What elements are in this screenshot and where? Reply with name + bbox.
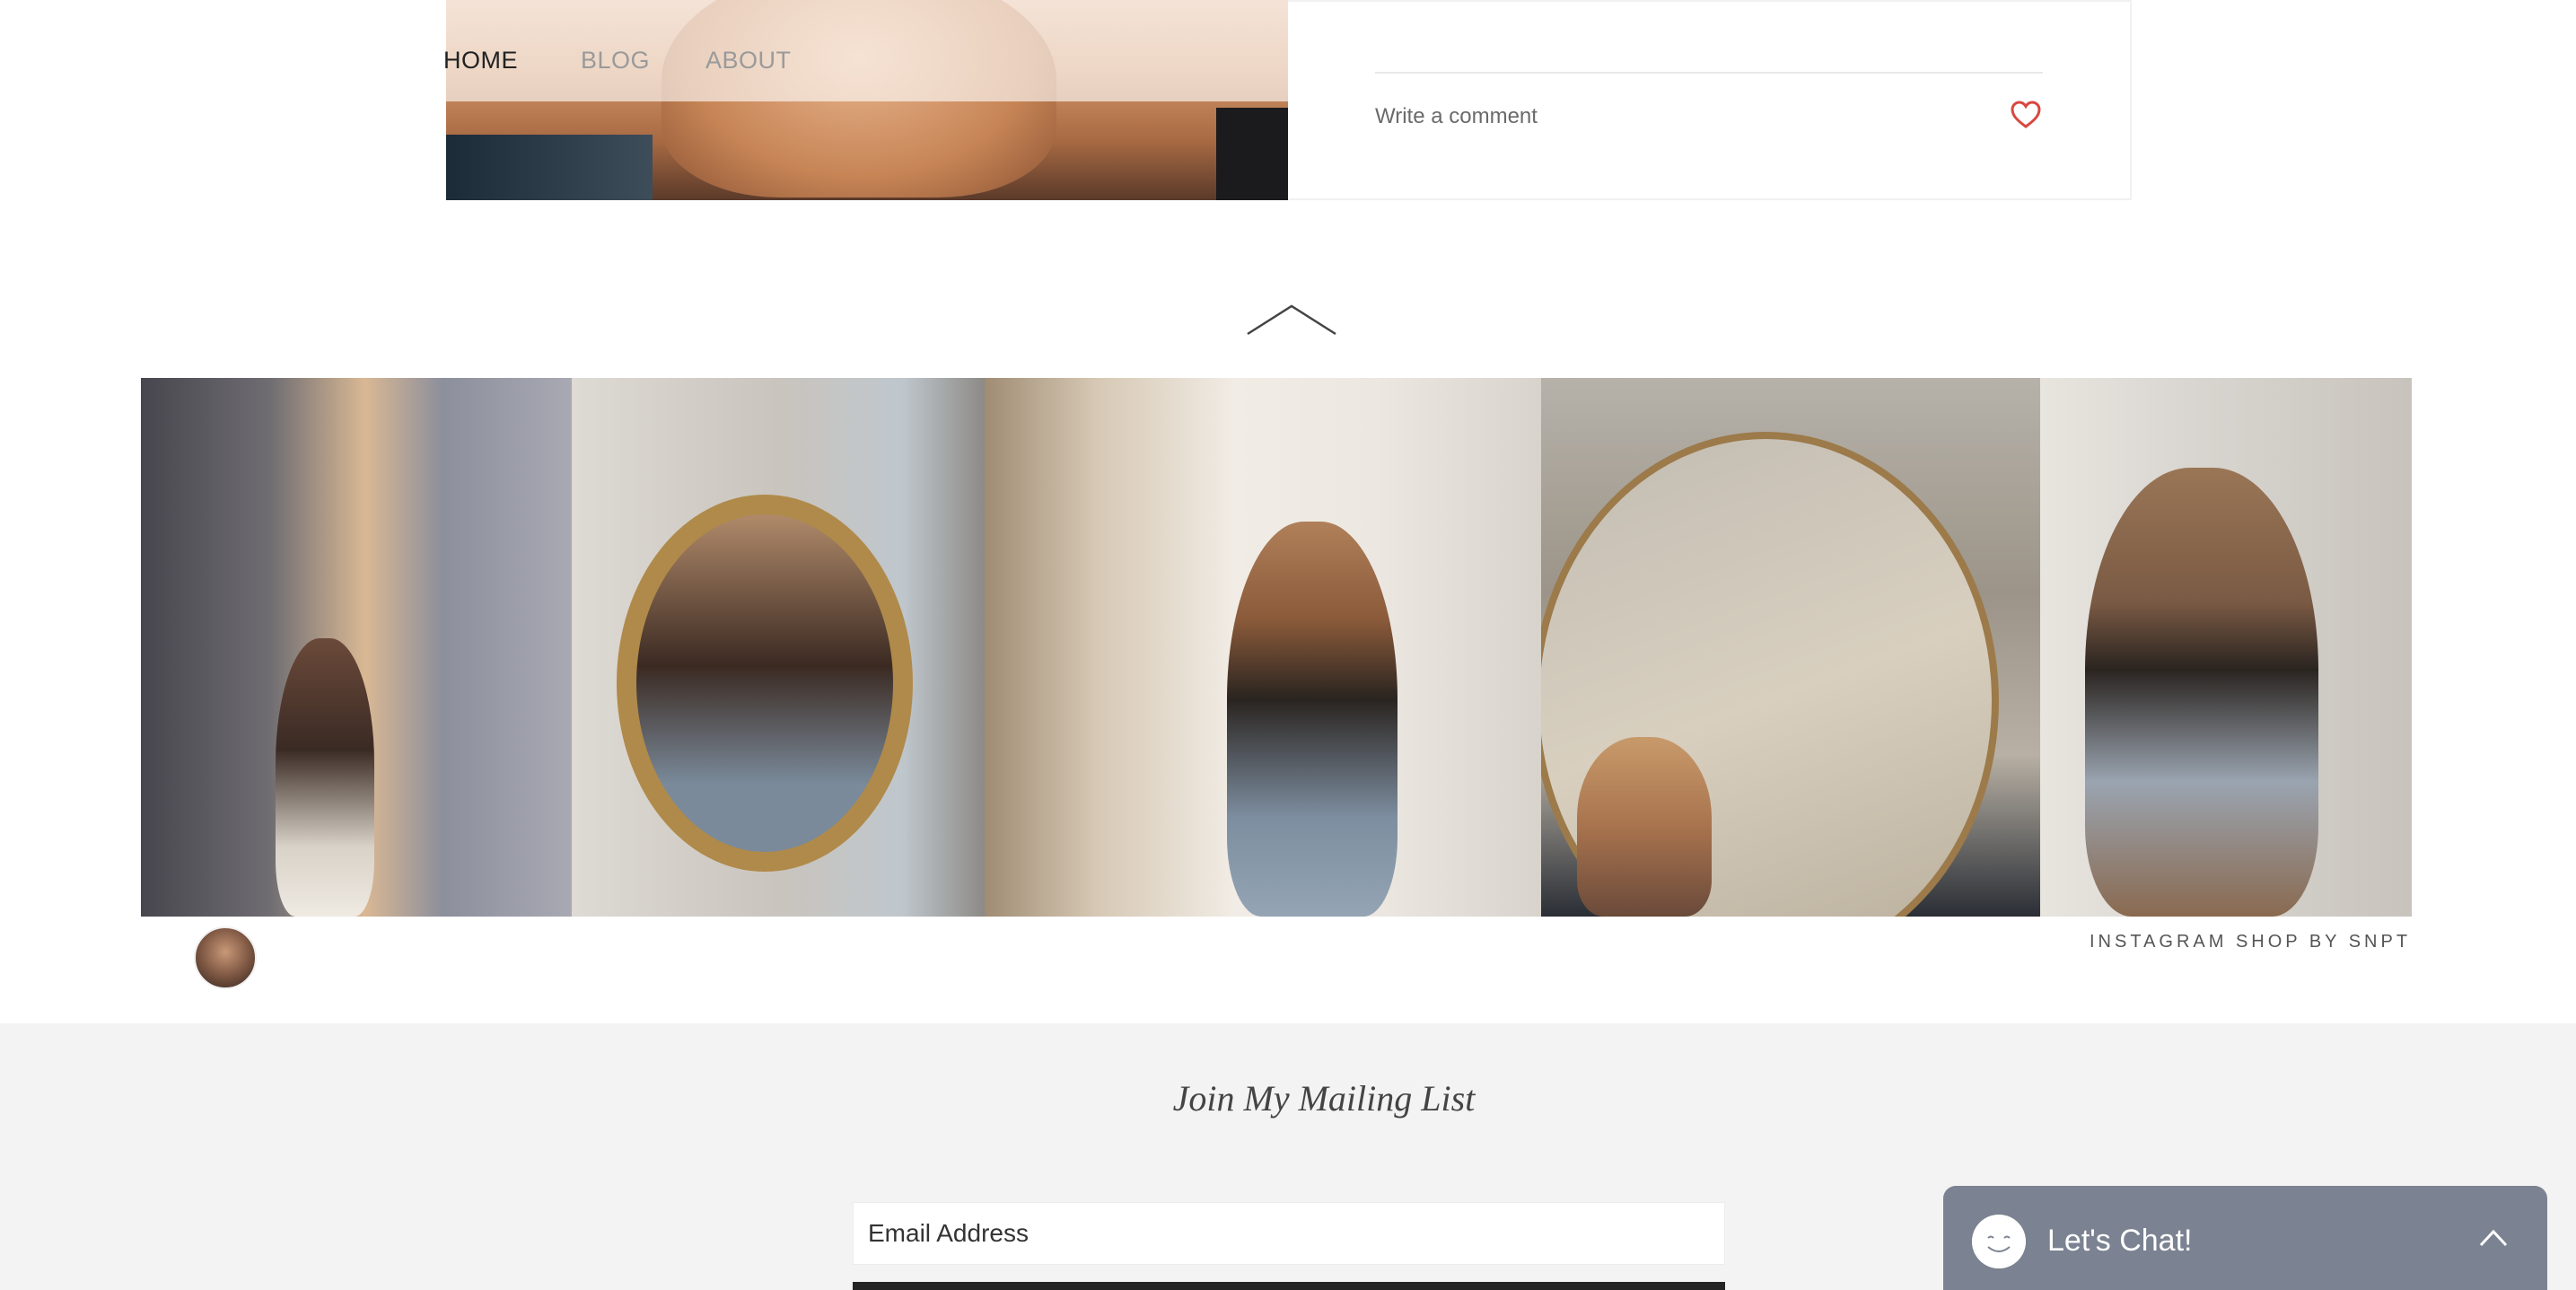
instagram-photo-gold-mirror[interactable]	[572, 378, 985, 917]
chat-label: Let's Chat!	[2047, 1224, 2193, 1258]
nav-item-home[interactable]: HOME	[443, 47, 518, 75]
page: Write a comment HOME BLOG ABOUT INSTAGRA…	[0, 0, 2576, 1290]
instagram-photo-window[interactable]	[985, 378, 1541, 917]
email-field[interactable]	[853, 1202, 1725, 1265]
post-image-shadow	[1216, 108, 1288, 200]
heart-icon[interactable]	[2011, 101, 2041, 129]
post-image-shadow	[446, 135, 653, 200]
mailing-list-title: Join My Mailing List	[1172, 1078, 1476, 1119]
instagram-photo-selfie[interactable]	[2040, 378, 2412, 917]
instagram-photo-round-mirror[interactable]	[1541, 378, 2040, 917]
chevron-up-icon[interactable]	[1246, 303, 1337, 336]
site-navigation	[446, 0, 1288, 101]
chevron-up-icon[interactable]	[2479, 1229, 2508, 1247]
instagram-gallery	[141, 378, 2412, 917]
write-comment-link[interactable]: Write a comment	[1375, 104, 1538, 129]
post-card-footer	[1288, 0, 2132, 200]
nav-item-about[interactable]: ABOUT	[705, 47, 792, 75]
instagram-shop-credit[interactable]: INSTAGRAM SHOP BY SNPT	[2090, 932, 2411, 952]
instagram-avatar[interactable]	[194, 926, 257, 989]
instagram-photo-curtains[interactable]	[141, 378, 572, 917]
comment-divider	[1375, 72, 2043, 74]
chat-widget[interactable]: Let's Chat!	[1943, 1186, 2547, 1290]
email-input[interactable]	[868, 1219, 1710, 1248]
subscribe-button[interactable]	[853, 1282, 1725, 1290]
nav-item-blog[interactable]: BLOG	[581, 47, 650, 75]
smiley-icon	[1972, 1215, 2026, 1268]
